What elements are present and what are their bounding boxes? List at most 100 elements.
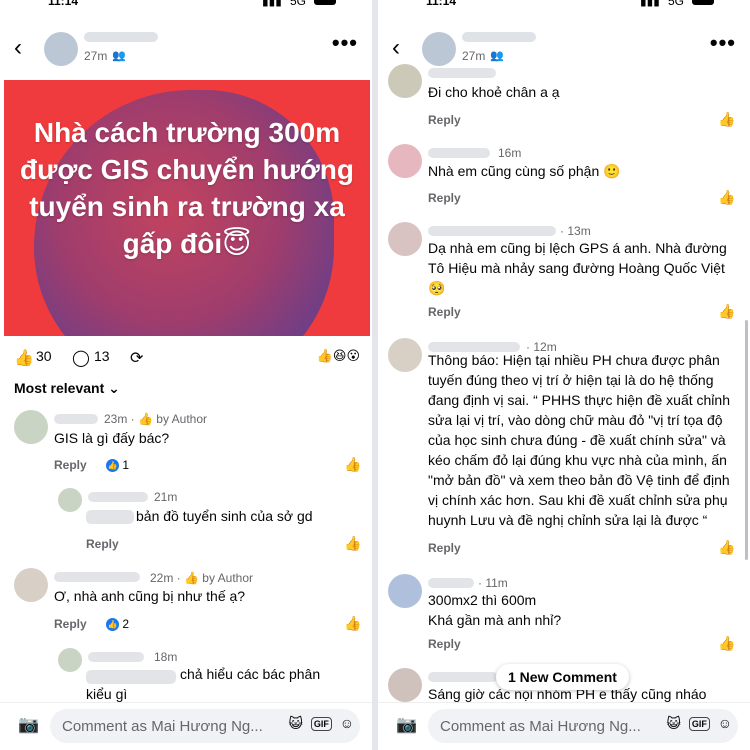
like-icon[interactable]: 👍 [14,348,34,368]
comment-text: Đi cho khoẻ chân a ạ [428,84,560,100]
avatar[interactable] [388,222,422,256]
more-icon[interactable]: ••• [332,30,358,56]
avatar[interactable] [44,32,78,66]
like-badge-icon: 👍 [106,618,119,632]
commenter-name-blurred[interactable] [54,572,140,582]
signal-icon: ▮▮▮ [262,0,282,8]
camera-icon[interactable]: 📷 [396,715,417,735]
avatar[interactable] [422,32,456,66]
reply-button[interactable]: Reply [428,305,461,319]
emoji-icon[interactable]: ☺ [718,715,732,731]
like-count[interactable]: 30 [36,348,52,364]
more-icon[interactable]: ••• [710,30,736,56]
reply-button[interactable]: Reply [428,541,461,555]
comment-time: · 13m [560,224,591,238]
reply-button[interactable]: Reply [86,537,119,551]
comment-placeholder: Comment as Mai Hương Ng... [62,718,263,735]
comment-input[interactable]: Comment as Mai Hương Ng... 😺 GIF ☺ [50,709,360,743]
comment-text: Nhà em cũng cùng số phận 🙂 [428,163,621,179]
back-icon[interactable]: ‹ [14,34,22,62]
camera-icon[interactable]: 📷 [18,715,39,735]
like-count-value: 2 [122,617,130,631]
post-image[interactable]: Nhà cách trường 300m được GIS chuyển hướ… [4,80,370,336]
back-icon[interactable]: ‹ [392,34,400,62]
comment-composer: 📷 Comment as Mai Hương Ng... 😺 GIF ☺ [378,702,750,750]
avatar[interactable] [388,668,422,702]
post-time: 27m [84,49,108,63]
post-header: ‹ 27m 👥 ••• [0,28,372,74]
thumbs-up-icon[interactable]: 👍 [718,189,735,206]
sort-dropdown[interactable]: Most relevant ⌄ [14,380,120,397]
status-time: 11:14 [48,0,79,8]
new-comment-pill[interactable]: 1 New Comment [496,664,629,690]
comment-time: · 11m [478,576,508,590]
thumbs-up-icon[interactable]: 👍 [718,635,735,652]
commenter-name-blurred[interactable] [428,68,496,78]
author-name-blurred[interactable] [462,32,536,42]
gif-icon[interactable]: GIF [310,717,332,732]
signal-icon: ▮▮▮ [640,0,660,8]
comment-time: 23m · [104,412,139,426]
right-screen: 11:14 ▮▮▮ 5G ‹ 27m 👥 ••• Đi cho khoẻ châ… [378,0,750,750]
comment-placeholder: Comment as Mai Hương Ng... [440,718,641,735]
reply-button[interactable]: Reply [54,458,87,472]
comment-time: 18m [154,650,178,664]
comment-count[interactable]: 13 [94,348,110,364]
avatar[interactable] [388,144,422,178]
reply-button[interactable]: Reply [428,191,461,205]
avatar[interactable] [388,574,422,608]
status-bar: 11:14 ▮▮▮ 5G [378,0,750,12]
thumbs-up-icon[interactable]: 👍 [344,456,361,473]
comment-text: GIS là gì đấy bác? [54,430,170,446]
post-time: 27m [462,49,486,63]
avatar[interactable] [58,648,82,672]
like-badge-icon: 👍 [106,459,119,473]
comment-icon[interactable]: ◯ [72,348,90,368]
comment-time: 22m · [150,571,185,585]
commenter-name-blurred[interactable] [428,148,490,158]
left-screen: 11:14 ▮▮▮ 5G ‹ 27m 👥 ••• Nhà cách trường… [0,0,372,750]
thumbs-up-icon[interactable]: 👍 [344,535,361,552]
avatar[interactable] [388,338,422,372]
thumbs-up-icon[interactable]: 👍 [718,303,735,320]
commenter-name-blurred[interactable] [54,414,98,424]
avatar[interactable] [14,410,48,444]
reply-button[interactable]: Reply [428,113,461,127]
scrollbar[interactable] [745,320,748,560]
comment-like-count: 👍 2 [106,617,130,632]
gif-icon[interactable]: GIF [688,717,710,732]
author-badge: 👍 by Author [184,571,253,585]
comment-text: Thông báo: Hiện tại nhiều PH chưa được p… [428,352,730,528]
status-bar: 11:14 ▮▮▮ 5G [0,0,372,12]
thumbs-up-icon[interactable]: 👍 [718,111,735,128]
reaction-emojis[interactable]: 👍😆😮 [317,348,360,364]
thumbs-up-icon[interactable]: 👍 [344,615,361,632]
avatar[interactable] [388,64,422,98]
comment-time-value: 13m [567,224,591,238]
network-label: 5G [290,0,307,8]
thumbs-up-icon[interactable]: 👍 [718,539,735,556]
post-text: Nhà cách trường 300m được GIS chuyển hướ… [20,117,354,259]
battery-icon [314,0,336,5]
mention-blurred[interactable] [86,510,134,524]
friends-icon: 👥 [490,50,504,62]
sticker-icon[interactable]: 😺 [288,715,303,731]
network-label: 5G [668,0,685,8]
reply-button[interactable]: Reply [428,637,461,651]
like-count-value: 1 [122,458,130,472]
commenter-name-blurred[interactable] [428,226,556,236]
commenter-name-blurred[interactable] [428,578,474,588]
commenter-name-blurred[interactable] [88,492,148,502]
commenter-name-blurred[interactable] [88,652,144,662]
reply-button[interactable]: Reply [54,617,87,631]
commenter-name-blurred[interactable] [428,672,498,682]
sticker-icon[interactable]: 😺 [666,715,681,731]
share-icon[interactable]: ⟳ [130,348,143,368]
author-name-blurred[interactable] [84,32,158,42]
avatar[interactable] [14,568,48,602]
comment-input[interactable]: Comment as Mai Hương Ng... 😺 GIF ☺ [428,709,738,743]
status-time: 11:14 [426,0,457,8]
avatar[interactable] [58,488,82,512]
comment-time-value: 11m [485,576,508,590]
emoji-icon[interactable]: ☺ [340,715,354,731]
